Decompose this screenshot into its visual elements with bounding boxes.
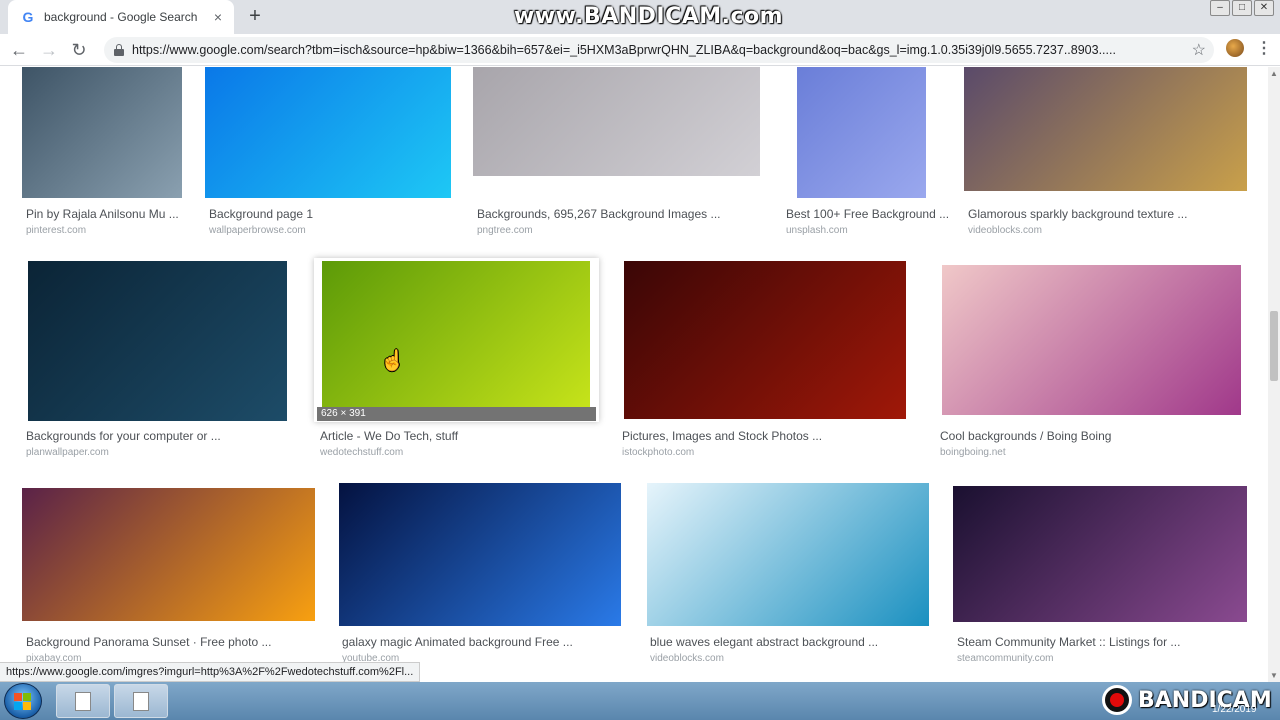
page-scrollbar[interactable]: ▲ ▼ [1268,67,1280,682]
result-title[interactable]: Cool backgrounds / Boing Boing [940,429,1111,443]
new-tab-button[interactable]: + [244,6,266,28]
tab-strip: G background - Google Search × + www.BAN… [0,0,1280,34]
address-bar[interactable]: https://www.google.com/search?tbm=isch&s… [104,37,1214,63]
scroll-down-icon[interactable]: ▼ [1270,671,1278,680]
result-title[interactable]: Glamorous sparkly background texture ... [968,207,1187,221]
scroll-up-icon[interactable]: ▲ [1270,69,1278,78]
result-domain[interactable]: videoblocks.com [650,653,724,664]
result-thumbnail[interactable] [942,265,1241,415]
result-title[interactable]: Background page 1 [209,207,313,221]
image-results-grid: Pin by Rajala Anilsonu Mu ... pinterest.c… [0,67,1268,682]
forward-button[interactable]: → [34,35,64,65]
image-dimensions-overlay: 626 × 391 [317,407,596,421]
tab-title: background - Google Search [44,10,198,24]
result-domain[interactable]: boingboing.net [940,447,1006,458]
maximize-button[interactable]: □ [1232,0,1252,16]
result-thumbnail[interactable] [322,261,590,407]
windows-logo-icon [14,693,32,711]
hand-cursor-icon: ☝ [380,350,405,372]
result-title[interactable]: galaxy magic Animated background Free ..… [342,635,573,649]
browser-toolbar: ← → ↻ https://www.google.com/search?tbm=… [0,34,1280,66]
result-domain[interactable]: unsplash.com [786,225,848,236]
back-button[interactable]: ← [4,35,34,65]
result-thumbnail[interactable] [22,67,182,198]
window-app-icon [133,692,149,711]
result-title[interactable]: Backgrounds, 695,267 Background Images .… [477,207,721,221]
start-button[interactable] [4,683,42,719]
result-thumbnail[interactable] [624,261,906,419]
result-title[interactable]: Steam Community Market :: Listings for .… [957,635,1180,649]
taskbar-date: 1/22/2019 [1212,704,1257,715]
result-domain[interactable]: steamcommunity.com [957,653,1054,664]
result-thumbnail[interactable] [964,67,1247,191]
result-title[interactable]: Background Panorama Sunset · Free photo … [26,635,271,649]
result-title[interactable]: Pin by Rajala Anilsonu Mu ... [26,207,179,221]
windows-taskbar: BANDICAM 1/22/2019 [0,682,1280,720]
result-thumbnail[interactable] [28,261,287,421]
result-thumbnail[interactable] [22,488,315,621]
result-domain[interactable]: videoblocks.com [968,225,1042,236]
browser-menu-icon[interactable]: ⋮ [1256,38,1272,58]
result-thumbnail[interactable] [647,483,929,626]
record-icon [1102,685,1132,715]
window-controls: – □ ✕ [1208,0,1274,16]
result-thumbnail[interactable] [797,67,926,198]
taskbar-app-2[interactable] [114,684,168,718]
result-domain[interactable]: wedotechstuff.com [320,447,403,458]
browser-tab[interactable]: G background - Google Search × [8,0,234,34]
scroll-thumb[interactable] [1270,311,1278,381]
result-thumbnail[interactable] [473,67,760,176]
bookmark-star-icon[interactable]: ☆ [1192,40,1206,60]
url-text[interactable]: https://www.google.com/search?tbm=isch&s… [132,43,1172,57]
result-title[interactable]: Best 100+ Free Background ... [786,207,949,221]
result-domain[interactable]: pinterest.com [26,225,86,236]
bandicam-watermark: www.BANDICAM.com [514,4,784,29]
result-domain[interactable]: wallpaperbrowse.com [209,225,306,236]
lock-icon[interactable] [114,44,124,56]
result-domain[interactable]: planwallpaper.com [26,447,109,458]
reload-button[interactable]: ↻ [64,35,94,65]
window-app-icon [75,692,91,711]
result-title[interactable]: blue waves elegant abstract background .… [650,635,878,649]
result-thumbnail[interactable] [205,67,451,198]
result-title[interactable]: Article - We Do Tech, stuff [320,429,458,443]
result-thumbnail[interactable] [953,486,1247,622]
result-domain[interactable]: pngtree.com [477,225,533,236]
tab-close-button[interactable]: × [210,9,226,25]
status-link-url: https://www.google.com/imgres?imgurl=htt… [0,662,421,682]
result-domain[interactable]: istockphoto.com [622,447,694,458]
google-favicon-icon: G [22,9,34,25]
result-title[interactable]: Backgrounds for your computer or ... [26,429,221,443]
minimize-button[interactable]: – [1210,0,1230,16]
taskbar-app-1[interactable] [56,684,110,718]
result-thumbnail[interactable] [339,483,621,626]
profile-avatar-icon[interactable] [1226,39,1244,57]
result-title[interactable]: Pictures, Images and Stock Photos ... [622,429,822,443]
close-window-button[interactable]: ✕ [1254,0,1274,16]
